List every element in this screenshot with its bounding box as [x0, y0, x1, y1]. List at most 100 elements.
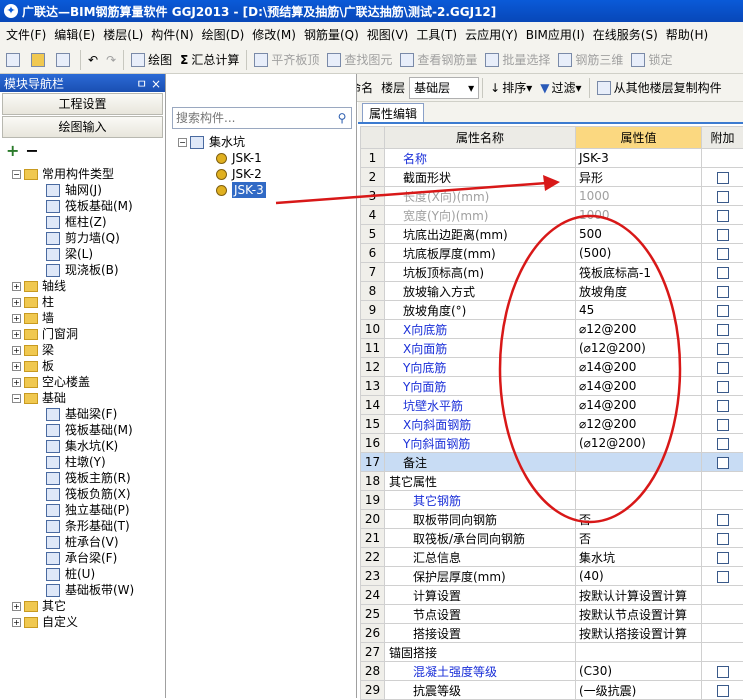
draw-button[interactable]: 绘图	[127, 49, 176, 71]
tree-node-openings[interactable]: +门窗洞	[0, 326, 166, 342]
extra-checkbox[interactable]	[717, 685, 729, 697]
tree-item-raft-neg-rebar[interactable]: 筏板负筋(X)	[0, 486, 166, 502]
expand-icon[interactable]: +	[12, 314, 21, 323]
property-value[interactable]: ⌀14@200	[576, 396, 702, 415]
menu-cloud[interactable]: 云应用(Y)	[463, 26, 524, 43]
property-row[interactable]: 8放坡输入方式放坡角度	[361, 282, 743, 301]
extra-checkbox[interactable]	[717, 666, 729, 678]
extra-checkbox[interactable]	[717, 533, 729, 545]
expand-icon[interactable]: +	[12, 618, 21, 627]
property-value[interactable]: (⌀12@200)	[576, 434, 702, 453]
menu-rebar[interactable]: 钢筋量(Q)	[302, 26, 365, 43]
property-value[interactable]	[576, 491, 702, 510]
tree-item-foundation-strip[interactable]: 基础板带(W)	[0, 582, 166, 598]
menu-edit[interactable]: 编辑(E)	[52, 26, 101, 43]
property-row[interactable]: 13Y向面筋⌀14@200	[361, 377, 743, 396]
extra-checkbox[interactable]	[717, 305, 729, 317]
property-value[interactable]: (500)	[576, 244, 702, 263]
property-row[interactable]: 2截面形状异形	[361, 168, 743, 187]
floor-select[interactable]: 基础层▾	[409, 77, 479, 99]
property-row[interactable]: 17备注	[361, 453, 743, 472]
tree-node-common[interactable]: −常用构件类型	[0, 166, 166, 182]
property-row[interactable]: 9放坡角度(°)45	[361, 301, 743, 320]
extra-checkbox[interactable]	[717, 552, 729, 564]
extra-checkbox[interactable]	[717, 438, 729, 450]
extra-checkbox[interactable]	[717, 191, 729, 203]
collapse-all-icon[interactable]: −	[25, 141, 38, 160]
property-value[interactable]: ⌀12@200	[576, 415, 702, 434]
draw-input-button[interactable]: 绘图输入	[2, 116, 163, 138]
extra-checkbox[interactable]	[717, 248, 729, 260]
property-value[interactable]: 异形	[576, 168, 702, 187]
property-value[interactable]: 按默认搭接设置计算	[576, 624, 702, 643]
property-value[interactable]: ⌀14@200	[576, 377, 702, 396]
property-row[interactable]: 12Y向底筋⌀14@200	[361, 358, 743, 377]
property-row[interactable]: 3长度(X向)(mm)1000	[361, 187, 743, 206]
property-value[interactable]: 放坡角度	[576, 282, 702, 301]
menu-modify[interactable]: 修改(M)	[250, 26, 302, 43]
lock-button[interactable]: 锁定	[627, 49, 676, 71]
property-value[interactable]: JSK-3	[576, 149, 702, 168]
property-row[interactable]: 15X向斜面钢筋⌀12@200	[361, 415, 743, 434]
tree-item-sump-pit[interactable]: 集水坑(K)	[0, 438, 166, 454]
property-value[interactable]: 筏板底标高-1	[576, 263, 702, 282]
property-row[interactable]: 26搭接设置按默认搭接设置计算	[361, 624, 743, 643]
property-value[interactable]: 500	[576, 225, 702, 244]
property-row[interactable]: 1名称JSK-3	[361, 149, 743, 168]
property-row[interactable]: 5坑底出边距离(mm)500	[361, 225, 743, 244]
property-row[interactable]: 28混凝土强度等级(C30)	[361, 662, 743, 681]
tree-node-beam[interactable]: +梁	[0, 342, 166, 358]
property-row[interactable]: 24计算设置按默认计算设置计算	[361, 586, 743, 605]
extra-checkbox[interactable]	[717, 457, 729, 469]
property-value[interactable]: (40)	[576, 567, 702, 586]
find-element-button[interactable]: 查找图元	[323, 49, 396, 71]
project-settings-button[interactable]: 工程设置	[2, 93, 163, 115]
tree-node-column[interactable]: +柱	[0, 294, 166, 310]
expand-icon[interactable]: +	[12, 378, 21, 387]
menu-online[interactable]: 在线服务(S)	[591, 26, 664, 43]
property-value[interactable]: 按默认计算设置计算	[576, 586, 702, 605]
menu-component[interactable]: 构件(N)	[149, 26, 199, 43]
menu-draw[interactable]: 绘图(D)	[200, 26, 251, 43]
pin-icon[interactable]: ㅁ	[136, 77, 147, 91]
property-row[interactable]: 14坑壁水平筋⌀14@200	[361, 396, 743, 415]
tree-item-shear-wall[interactable]: 剪力墙(Q)	[0, 230, 166, 246]
property-value[interactable]: 45	[576, 301, 702, 320]
tree-item-column-pier[interactable]: 柱墩(Y)	[0, 454, 166, 470]
property-value[interactable]: ⌀12@200	[576, 320, 702, 339]
property-value[interactable]	[576, 453, 702, 472]
tree-item-cap-beam[interactable]: 承台梁(F)	[0, 550, 166, 566]
tree-item-isolated-footing[interactable]: 独立基础(P)	[0, 502, 166, 518]
property-value[interactable]: (C30)	[576, 662, 702, 681]
property-row[interactable]: 6坑底板厚度(mm)(500)	[361, 244, 743, 263]
property-row[interactable]: 7坑板顶标高(m)筏板底标高-1	[361, 263, 743, 282]
menu-help[interactable]: 帮助(H)	[664, 26, 714, 43]
extra-checkbox[interactable]	[717, 267, 729, 279]
tree-item-strip-footing[interactable]: 条形基础(T)	[0, 518, 166, 534]
property-row[interactable]: 22汇总信息集水坑	[361, 548, 743, 567]
property-value[interactable]: 否	[576, 529, 702, 548]
collapse-icon[interactable]: −	[178, 138, 187, 147]
menu-floor[interactable]: 楼层(L)	[101, 26, 149, 43]
tree-item-column[interactable]: 框柱(Z)	[0, 214, 166, 230]
rebar-3d-button[interactable]: 钢筋三维	[554, 49, 627, 71]
property-row[interactable]: 20取板带同向钢筋否	[361, 510, 743, 529]
comptree-item-jsk2[interactable]: JSK-2	[178, 166, 266, 182]
comptree-item-jsk3[interactable]: JSK-3	[178, 182, 266, 198]
expand-icon[interactable]: +	[12, 330, 21, 339]
expand-icon[interactable]: +	[12, 602, 21, 611]
tab-property-edit[interactable]: 属性编辑	[362, 103, 424, 122]
menu-tools[interactable]: 工具(T)	[414, 26, 463, 43]
tree-node-wall[interactable]: +墙	[0, 310, 166, 326]
tree-node-other[interactable]: +其它	[0, 598, 166, 614]
property-value[interactable]: 集水坑	[576, 548, 702, 567]
collapse-icon[interactable]: −	[12, 170, 21, 179]
new-file-button[interactable]	[2, 49, 27, 71]
tree-node-axis[interactable]: +轴线	[0, 278, 166, 294]
property-row[interactable]: 11X向面筋(⌀12@200)	[361, 339, 743, 358]
property-row[interactable]: 21取筏板/承台同向钢筋否	[361, 529, 743, 548]
comptree-root[interactable]: −集水坑	[178, 134, 266, 150]
tree-node-slab[interactable]: +板	[0, 358, 166, 374]
property-row[interactable]: 29抗震等级(一级抗震)	[361, 681, 743, 700]
extra-checkbox[interactable]	[717, 343, 729, 355]
